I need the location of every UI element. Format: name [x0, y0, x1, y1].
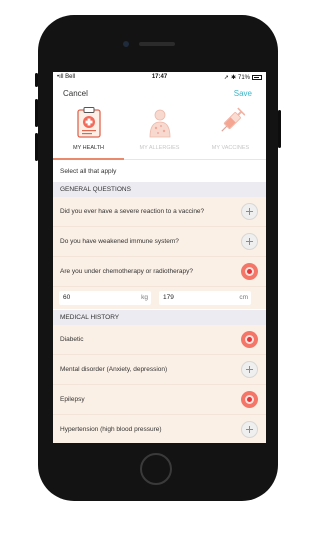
measurements-row: 60 kg 179 cm [53, 287, 266, 309]
weight-field[interactable]: 60 kg [59, 291, 151, 305]
height-unit: cm [239, 294, 248, 301]
history-row[interactable]: Mental disorder (Anxiety, depression) [53, 355, 266, 385]
weight-unit: kg [141, 294, 148, 301]
clipboard-medical-icon [77, 107, 101, 138]
battery-percent: 71% [237, 74, 250, 81]
add-toggle-button[interactable] [241, 233, 258, 250]
battery-icon [252, 75, 262, 80]
section-title: GENERAL QUESTIONS [60, 186, 131, 193]
add-toggle-button[interactable] [241, 421, 258, 438]
earpiece-speaker [139, 42, 175, 46]
condition-text: Hypertension (high blood pressure) [60, 426, 162, 433]
selected-toggle-button[interactable] [241, 263, 258, 280]
question-row[interactable]: Do you have weakened immune system? [53, 227, 266, 257]
add-toggle-button[interactable] [241, 203, 258, 220]
volume-up-button [35, 99, 38, 127]
save-button[interactable]: Save [234, 89, 252, 98]
syringe-icon [221, 107, 245, 132]
person-allergy-icon [149, 109, 171, 138]
selected-toggle-button[interactable] [241, 391, 258, 408]
tab-my-vaccines[interactable]: MY VACCINES [195, 103, 266, 159]
questionnaire: Select all that apply GENERAL QUESTIONS … [53, 160, 266, 443]
weight-value: 60 [63, 294, 71, 301]
section-header-general: GENERAL QUESTIONS [53, 182, 266, 197]
condition-text: Mental disorder (Anxiety, depression) [60, 366, 168, 373]
condition-text: Epilepsy [60, 396, 85, 403]
height-field[interactable]: 179 cm [159, 291, 251, 305]
height-value: 179 [163, 294, 174, 301]
question-text: Do you have weakened immune system? [60, 238, 179, 245]
status-indicators: ➚ ✱ 71% [224, 74, 262, 81]
category-tabs: MY HEALTH MY ALLERGIES MY VACCINES [53, 103, 266, 160]
question-row[interactable]: Are you under chemotherapy or radiothera… [53, 257, 266, 287]
instruction-text: Select all that apply [60, 168, 117, 175]
nav-bar: Cancel Save [53, 86, 266, 102]
tab-my-health[interactable]: MY HEALTH [53, 103, 124, 160]
mute-switch [35, 73, 38, 87]
bluetooth-icon: ✱ [230, 75, 236, 81]
history-row[interactable]: Diabetic [53, 325, 266, 355]
history-row[interactable]: Hypertension (high blood pressure) [53, 415, 266, 443]
tab-my-allergies[interactable]: MY ALLERGIES [124, 103, 195, 159]
add-toggle-button[interactable] [241, 361, 258, 378]
condition-text: Diabetic [60, 336, 84, 343]
volume-down-button [35, 133, 38, 161]
location-icon: ➚ [223, 75, 229, 81]
tab-label: MY HEALTH [73, 145, 104, 151]
front-camera [123, 41, 129, 47]
section-title: MEDICAL HISTORY [60, 314, 120, 321]
tab-label: MY ALLERGIES [139, 145, 180, 151]
question-text: Did you ever have a severe reaction to a… [60, 208, 205, 215]
question-row[interactable]: Did you ever have a severe reaction to a… [53, 197, 266, 227]
tab-label: MY VACCINES [211, 145, 250, 151]
power-button [278, 110, 281, 148]
status-bar: •ıll Bell 17:47 ➚ ✱ 71% [53, 72, 266, 83]
selected-toggle-button[interactable] [241, 331, 258, 348]
home-button[interactable] [140, 453, 172, 485]
question-text: Are you under chemotherapy or radiothera… [60, 268, 193, 275]
cancel-button[interactable]: Cancel [63, 89, 88, 98]
section-header-history: MEDICAL HISTORY [53, 310, 266, 325]
app-screen: •ıll Bell 17:47 ➚ ✱ 71% Cancel Save MY H… [53, 72, 266, 443]
history-row[interactable]: Epilepsy [53, 385, 266, 415]
